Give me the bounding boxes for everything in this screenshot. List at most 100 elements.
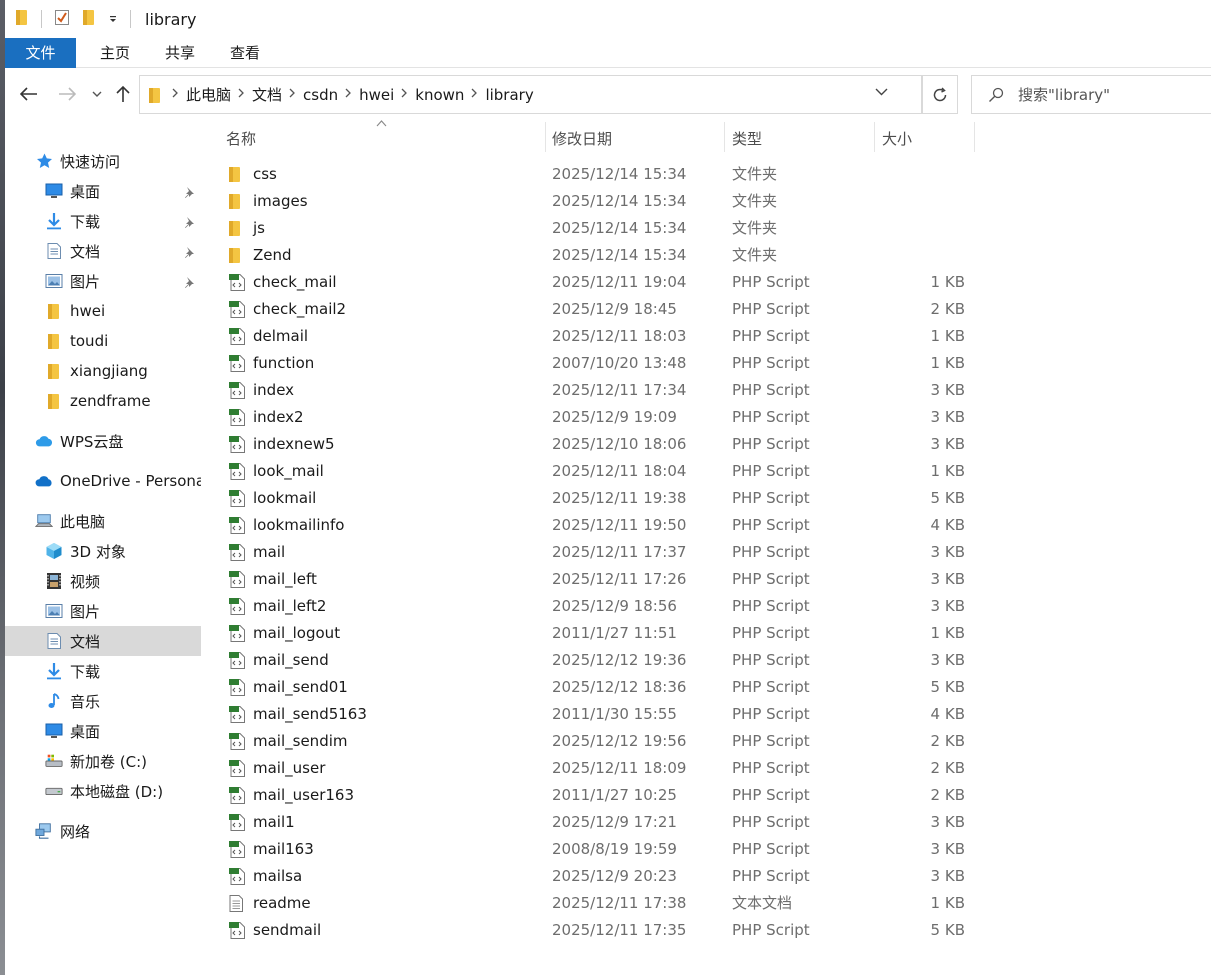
nav-item[interactable]: 快速访问 [5,146,201,176]
breadcrumb-library[interactable]: library [485,86,533,104]
file-name: mail_user163 [253,786,354,804]
nav-item[interactable]: 新加卷 (C:) [5,746,201,776]
nav-item[interactable]: hwei [5,296,201,326]
file-size: 2 KB [930,786,965,804]
search-box[interactable]: 搜索"library" [971,75,1211,114]
nav-item[interactable]: 本地磁盘 (D:) [5,776,201,806]
nav-item[interactable]: xiangjiang [5,356,201,386]
file-row[interactable]: mailsa 2025/12/9 20:23 PHP Script 3 KB [210,863,990,890]
file-row[interactable]: mail_user163 2011/1/27 10:25 PHP Script 2 K… [210,782,990,809]
chevron-right-icon[interactable] [401,88,408,101]
column-divider[interactable] [724,122,725,152]
file-row[interactable]: js 2025/12/14 15:34 文件夹 [210,215,990,242]
folder-icon [228,165,247,184]
file-row[interactable]: mail_user 2025/12/11 18:09 PHP Script 2 KB [210,755,990,782]
file-type: PHP Script [732,867,810,885]
file-row[interactable]: mail1 2025/12/9 17:21 PHP Script 3 KB [210,809,990,836]
file-row[interactable]: mail_logout 2011/1/27 11:51 PHP Script 1 KB [210,620,990,647]
column-header-date[interactable]: 修改日期 [552,122,724,154]
address-dropdown-icon[interactable] [875,85,888,100]
tab-share[interactable]: 共享 [149,38,211,68]
nav-item[interactable]: 此电脑 [5,506,201,536]
file-row[interactable]: readme 2025/12/11 17:38 文本文档 1 KB [210,890,990,917]
file-size: 1 KB [930,354,965,372]
file-row[interactable]: mail_left2 2025/12/9 18:56 PHP Script 3 KB [210,593,990,620]
recent-locations-button[interactable] [83,80,111,108]
nav-item[interactable]: zendframe [5,386,201,416]
file-row[interactable]: sendmail 2025/12/11 17:35 PHP Script 5 KB [210,917,990,944]
file-row[interactable]: look_mail 2025/12/11 18:04 PHP Script 1 KB [210,458,990,485]
back-button[interactable] [15,80,43,108]
refresh-button[interactable] [921,75,958,114]
nav-item[interactable]: 视频 [5,566,201,596]
chevron-right-icon[interactable] [238,88,245,101]
breadcrumb-known[interactable]: known [415,86,464,104]
column-header-type[interactable]: 类型 [732,122,874,154]
nav-item[interactable]: 桌面 [5,176,201,206]
desktop-icon [45,182,63,200]
file-row[interactable]: mail 2025/12/11 17:37 PHP Script 3 KB [210,539,990,566]
breadcrumb-csdn[interactable]: csdn [303,86,338,104]
file-row[interactable]: index2 2025/12/9 19:09 PHP Script 3 KB [210,404,990,431]
chevron-right-icon[interactable] [345,88,352,101]
tab-file[interactable]: 文件 [5,38,76,68]
file-size: 3 KB [930,651,965,669]
file-row[interactable]: images 2025/12/14 15:34 文件夹 [210,188,990,215]
nav-item[interactable]: 网络 [5,816,201,846]
up-button[interactable] [109,80,137,108]
nav-item[interactable]: 图片 [5,266,201,296]
column-header-name[interactable]: 名称 [226,122,544,154]
column-divider[interactable] [974,122,975,152]
pin-icon[interactable] [183,274,195,292]
file-row[interactable]: lookmailinfo 2025/12/11 19:50 PHP Script 4 … [210,512,990,539]
file-row[interactable]: mail_send 2025/12/12 19:36 PHP Script 3 KB [210,647,990,674]
file-size: 2 KB [930,759,965,777]
nav-item[interactable]: 下载 [5,206,201,236]
nav-item[interactable]: 下载 [5,656,201,686]
breadcrumb-hwei[interactable]: hwei [359,86,394,104]
file-row[interactable]: mail163 2008/8/19 19:59 PHP Script 3 KB [210,836,990,863]
nav-item[interactable]: 3D 对象 [5,536,201,566]
breadcrumb-this-pc[interactable]: 此电脑 [186,84,231,105]
column-divider[interactable] [545,122,546,152]
chevron-right-icon[interactable] [289,88,296,101]
file-row[interactable]: Zend 2025/12/14 15:34 文件夹 [210,242,990,269]
customize-dropdown-icon[interactable] [108,10,118,28]
pin-icon[interactable] [183,214,195,232]
nav-item[interactable]: toudi [5,326,201,356]
nav-item[interactable]: OneDrive - Persona [5,466,201,496]
file-row[interactable]: mail_send01 2025/12/12 18:36 PHP Script 5 K… [210,674,990,701]
file-row[interactable]: mail_sendim 2025/12/12 19:56 PHP Script 2 K… [210,728,990,755]
column-divider[interactable] [874,122,875,152]
nav-item[interactable]: 桌面 [5,716,201,746]
file-row[interactable]: delmail 2025/12/11 18:03 PHP Script 1 KB [210,323,990,350]
nav-item[interactable]: 文档 [5,626,201,656]
nav-item[interactable]: 图片 [5,596,201,626]
address-bar[interactable]: 此电脑 文档 csdn hwei known library [139,75,923,114]
file-row[interactable]: check_mail2 2025/12/9 18:45 PHP Script 2 KB [210,296,990,323]
chevron-right-icon[interactable] [471,88,478,101]
file-row[interactable]: function 2007/10/20 13:48 PHP Script 1 KB [210,350,990,377]
php-file-icon [228,705,247,724]
file-row[interactable]: mail_send5163 2011/1/30 15:55 PHP Script 4 … [210,701,990,728]
file-row[interactable]: check_mail 2025/12/11 19:04 PHP Script 1 KB [210,269,990,296]
file-date: 2011/1/27 10:25 [552,786,677,804]
file-row[interactable]: index 2025/12/11 17:34 PHP Script 3 KB [210,377,990,404]
file-row[interactable]: mail_left 2025/12/11 17:26 PHP Script 3 KB [210,566,990,593]
pin-icon[interactable] [183,184,195,202]
nav-item[interactable]: 文档 [5,236,201,266]
properties-check-icon[interactable] [54,8,70,30]
column-header-size[interactable]: 大小 [882,122,974,154]
nav-item[interactable]: 音乐 [5,686,201,716]
new-folder-icon[interactable] [82,8,96,30]
pin-icon[interactable] [183,244,195,262]
file-row[interactable]: lookmail 2025/12/11 19:38 PHP Script 5 KB [210,485,990,512]
file-row[interactable]: css 2025/12/14 15:34 文件夹 [210,161,990,188]
tab-home[interactable]: 主页 [84,38,146,68]
forward-button[interactable] [53,80,81,108]
breadcrumb-documents[interactable]: 文档 [252,84,282,105]
nav-item[interactable]: WPS云盘 [5,426,201,456]
tab-view[interactable]: 查看 [214,38,276,68]
chevron-right-icon[interactable] [172,88,179,101]
file-row[interactable]: indexnew5 2025/12/10 18:06 PHP Script 3 KB [210,431,990,458]
